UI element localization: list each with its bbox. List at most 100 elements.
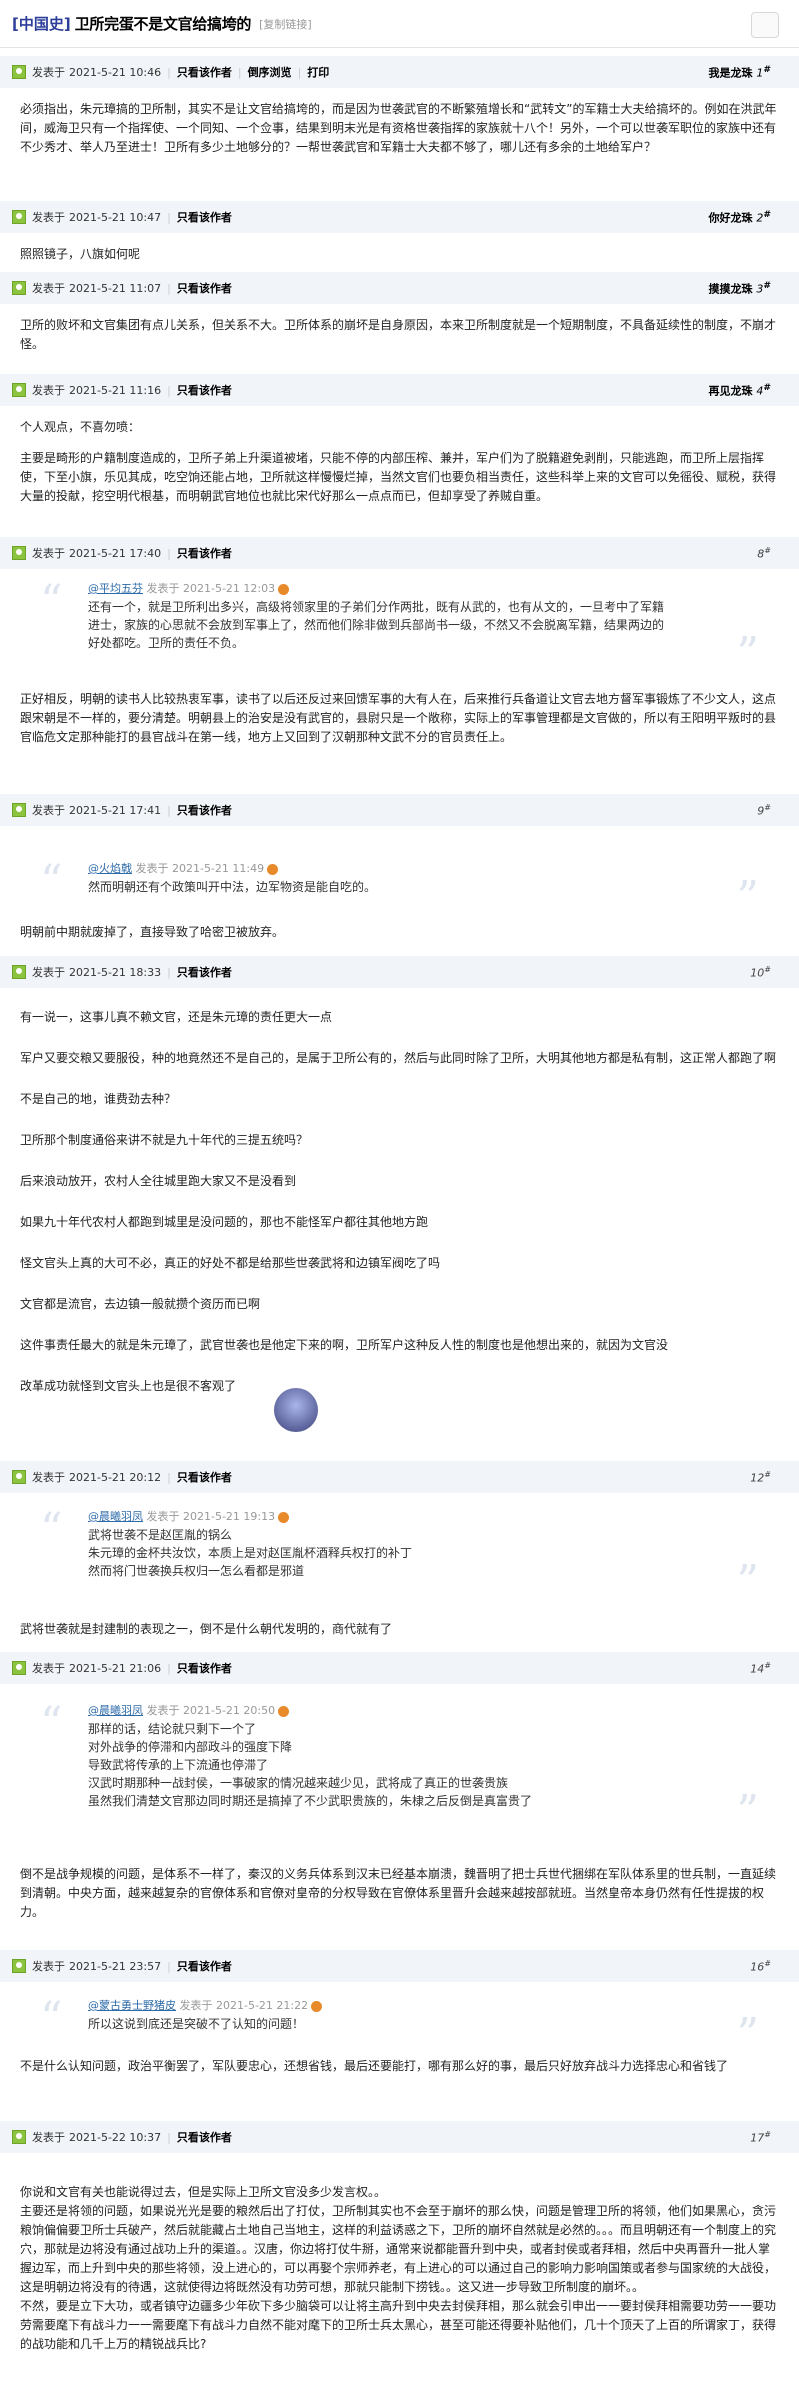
floor-mark: # <box>764 964 771 974</box>
only-author-link[interactable]: 只看该作者 <box>177 1469 232 1485</box>
user-avatar-icon[interactable] <box>12 1959 26 1973</box>
jump-to-post-icon[interactable] <box>278 583 290 595</box>
user-avatar-icon[interactable] <box>12 803 26 817</box>
jump-to-post-icon[interactable] <box>278 1705 290 1717</box>
only-author-link[interactable]: 只看该作者 <box>177 802 232 818</box>
floor-info[interactable]: 14# <box>750 1661 771 1676</box>
reverse-order-link[interactable]: 倒序浏览 <box>248 64 292 80</box>
quote-header: @平均五芬 发表于 2021-5-21 12:03 <box>88 580 719 598</box>
user-avatar-icon[interactable] <box>12 965 26 979</box>
user-avatar-icon[interactable] <box>12 1470 26 1484</box>
post-paragraph: 你说和文官有关也能说得过去，但是实际上卫所文官没多少发言权。。 <box>20 2185 387 2199</box>
only-author-link[interactable]: 只看该作者 <box>177 2129 232 2145</box>
floor-info[interactable]: 9# <box>757 803 771 818</box>
posted-at-label: 发表于 <box>32 804 65 817</box>
author-name[interactable]: 我是龙珠 <box>708 66 756 79</box>
quoted-user-link[interactable]: @晨曦羽凤 <box>88 1510 143 1523</box>
user-avatar-icon[interactable] <box>12 65 26 79</box>
quote-header: @蒙古勇士野猪皮 发表于 2021-5-21 21:22 <box>88 1997 719 2015</box>
post-paragraph: 武将世袭就是封建制的表现之一，倒不是什么朝代发明的，商代就有了 <box>20 1622 393 1636</box>
post-header: 发表于 2021-5-21 17:40 | 只看该作者 8# <box>0 537 799 569</box>
quoted-time: 发表于 2021-5-21 20:50 <box>143 1704 276 1717</box>
quote-close-icon: ” <box>736 2009 760 2060</box>
post-paragraph: 怪文官头上真的大可不必，真正的好处不都是给那些世袭武将和边镇军阀吃了吗 <box>20 1256 441 1270</box>
post-paragraph: 倒不是战争规模的问题，是体系不一样了，秦汉的义务兵体系到汉末已经基本崩溃，魏晋明… <box>20 1867 777 1919</box>
only-author-link[interactable]: 只看该作者 <box>177 545 232 561</box>
post-paragraph: 不是自己的地，谁费劲去种？ <box>20 1092 177 1106</box>
floor-mark: # <box>764 1469 771 1479</box>
user-avatar-icon[interactable] <box>12 281 26 295</box>
floor-info[interactable]: 你好龙珠 2# <box>708 209 771 226</box>
favorite-icon[interactable] <box>751 12 779 38</box>
floor-info[interactable]: 我是龙珠 1# <box>708 64 771 81</box>
author-name[interactable]: 再见龙珠 <box>708 384 756 397</box>
quote-block: “ @晨曦羽凤 发表于 2021-5-21 20:50 那样的话，结论就只剩下一个了… <box>40 1698 759 1834</box>
user-avatar-icon[interactable] <box>12 210 26 224</box>
only-author-link[interactable]: 只看该作者 <box>177 280 232 296</box>
quoted-time: 发表于 2021-5-21 21:22 <box>176 1999 309 2012</box>
post-paragraph: 这件事责任最大的就是朱元璋了，武官世袭也是他定下来的啊，卫所军户这种反人性的制度… <box>20 1338 669 1352</box>
post-time: 2021-5-21 20:12 <box>69 1470 162 1484</box>
jump-to-post-icon[interactable] <box>267 863 279 875</box>
quoted-time: 发表于 2021-5-21 19:13 <box>143 1510 276 1523</box>
user-avatar-icon[interactable] <box>12 546 26 560</box>
only-author-link[interactable]: 只看该作者 <box>177 1958 232 1974</box>
quoted-user-link[interactable]: @火焰戟 <box>88 862 132 875</box>
post-paragraph: 明朝前中期就废掉了，直接导致了哈密卫被放弃。 <box>20 925 285 939</box>
author-name[interactable]: 摸摸龙珠 <box>708 282 756 295</box>
author-name[interactable]: 你好龙珠 <box>708 211 756 224</box>
user-avatar-icon[interactable] <box>12 383 26 397</box>
post-time: 2021-5-21 23:57 <box>69 1959 162 1973</box>
quote-block: “@蒙古勇士野猪皮 发表于 2021-5-21 21:22 所以这说到底还是突破不… <box>40 1997 759 2057</box>
quote-block: “ @平均五芬 发表于 2021-5-21 12:03 还有一个，就是卫所利出多兴，… <box>40 580 759 676</box>
quote-line: 好处都吃。卫所的责任不负。 <box>88 636 245 650</box>
separator: | <box>297 65 302 79</box>
floor-info[interactable]: 摸摸龙珠 3# <box>708 280 771 297</box>
only-author-link[interactable]: 只看该作者 <box>177 64 232 80</box>
only-author-link[interactable]: 只看该作者 <box>177 964 232 980</box>
floor-info[interactable]: 10# <box>750 965 771 980</box>
posted-at-label: 发表于 <box>32 282 65 295</box>
post-body: 明朝前中期就废掉了，直接导致了哈密卫被放弃。 <box>20 923 779 954</box>
jump-to-post-icon[interactable] <box>311 2000 323 2012</box>
floor-info[interactable]: 8# <box>757 546 771 561</box>
post-header: 发表于 2021-5-21 18:33 | 只看该作者 10# <box>0 956 799 988</box>
only-author-link[interactable]: 只看该作者 <box>177 209 232 225</box>
post-header: 发表于 2021-5-21 11:16 | 只看该作者 再见龙珠 4# <box>0 374 799 406</box>
only-author-link[interactable]: 只看该作者 <box>177 1660 232 1676</box>
post-time: 2021-5-21 21:06 <box>69 1661 162 1675</box>
user-avatar-icon[interactable] <box>12 2130 26 2144</box>
copy-link-button[interactable]: [复制链接] <box>259 16 312 32</box>
print-link[interactable]: 打印 <box>307 64 329 80</box>
jump-to-post-icon[interactable] <box>278 1511 290 1523</box>
only-author-link[interactable]: 只看该作者 <box>177 382 232 398</box>
quote-line: 对外战争的停滞和内部政斗的强度下降 <box>88 1740 293 1754</box>
quoted-user-link[interactable]: @晨曦羽凤 <box>88 1704 143 1717</box>
quote-line: 导致武将传承的上下流通也停滞了 <box>88 1758 269 1772</box>
quoted-user-link[interactable]: @蒙古勇士野猪皮 <box>88 1999 176 2012</box>
post-paragraph: 不是什么认知问题，政治平衡罢了，军队要忠心，还想省钱，最后还要能打，哪有那么好的… <box>20 2059 729 2073</box>
quote-close-icon: ” <box>736 1556 760 1607</box>
emoji-sticker-icon <box>274 1388 318 1432</box>
quoted-user-link[interactable]: @平均五芬 <box>88 582 143 595</box>
posted-at-label: 发表于 <box>32 1662 65 1675</box>
floor-info[interactable]: 16# <box>750 1959 771 1974</box>
post-paragraph: 军户又要交粮又要服役，种的地竟然还不是自己的，是属于卫所公有的，然后与此同时除了… <box>20 1051 777 1065</box>
post-body: 必须指出，朱元璋搞的卫所制，其实不是让文官给搞垮的，而是因为世袭武官的不断繁殖增… <box>20 100 779 169</box>
quote-open-icon: “ <box>40 1993 63 2044</box>
quote-close-icon: ” <box>736 628 760 679</box>
post-header: 发表于 2021-5-22 10:37 | 只看该作者 17# <box>0 2121 799 2153</box>
separator: | <box>167 546 171 560</box>
forum-category-link[interactable]: [中国史] <box>12 13 71 34</box>
floor-info[interactable]: 再见龙珠 4# <box>708 382 771 399</box>
quote-open-icon: “ <box>40 1698 63 1749</box>
post-paragraph: 卫所那个制度通俗来讲不就是九十年代的三提五统吗？ <box>20 1133 309 1147</box>
floor-info[interactable]: 12# <box>750 1470 771 1485</box>
quote-line: 武将世袭不是赵匡胤的锅么 <box>88 1528 233 1542</box>
floor-mark: # <box>763 279 771 291</box>
quote-header: @火焰戟 发表于 2021-5-21 11:49 <box>88 860 719 878</box>
quote-line: 然而明朝还有个政策叫开中法，边军物资是能自吃的。 <box>88 880 377 894</box>
floor-info[interactable]: 17# <box>750 2130 771 2145</box>
user-avatar-icon[interactable] <box>12 1661 26 1675</box>
quote-line: 那样的话，结论就只剩下一个了 <box>88 1722 257 1736</box>
